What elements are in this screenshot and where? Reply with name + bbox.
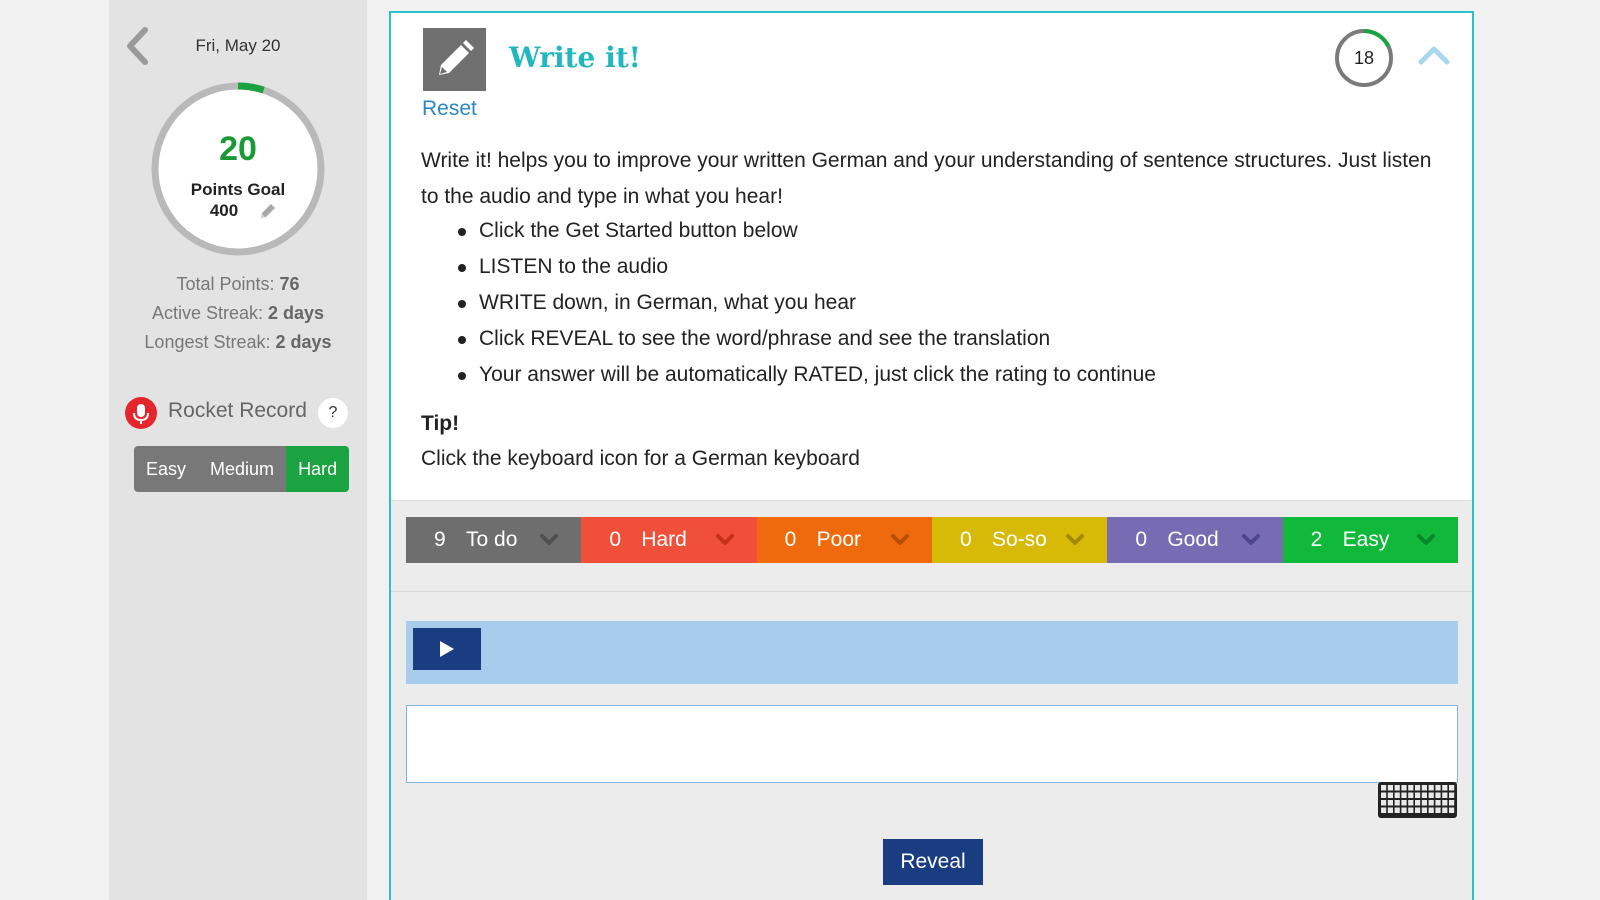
play-icon: [440, 641, 454, 657]
answer-input[interactable]: [406, 705, 1458, 783]
card-title: Write it!: [509, 41, 641, 74]
instruction-item: LISTEN to the audio: [458, 249, 1156, 285]
stat-active-streak: Active Streak: 2 days: [151, 303, 325, 323]
instructions-list: Click the Get Started button below LISTE…: [458, 213, 1156, 393]
rating-label: Poor: [816, 528, 862, 551]
write-it-card: Write it! Reset 18 Write it! helps you t…: [389, 11, 1474, 900]
instruction-item: Click REVEAL to see the word/phrase and …: [458, 321, 1156, 357]
instruction-item: WRITE down, in German, what you hear: [458, 285, 1156, 321]
rating-count: 0: [959, 528, 972, 551]
difficulty-hard[interactable]: Hard: [286, 446, 350, 492]
chevron-up-icon[interactable]: [1417, 43, 1451, 67]
difficulty-easy[interactable]: Easy: [134, 446, 199, 492]
progress-counter: 18: [1353, 48, 1375, 68]
rating-bar: 9 To do 0 Hard 0 Poor 0 So-so 0 Good 2 E…: [406, 517, 1458, 563]
stats: Total Points: 76 Active Streak: 2 days L…: [109, 270, 367, 357]
microphone-icon[interactable]: [125, 397, 157, 429]
tip-title: Tip!: [421, 412, 460, 435]
divider: [391, 591, 1472, 592]
chevron-down-icon: [1241, 534, 1260, 545]
rating-label: Hard: [641, 528, 687, 551]
rating-label: Easy: [1342, 528, 1390, 551]
rating-count: 0: [609, 528, 622, 551]
pencil-icon: [423, 28, 486, 91]
rating-count: 2: [1310, 528, 1323, 551]
instruction-item: Your answer will be automatically RATED,…: [458, 357, 1156, 393]
keyboard-icon[interactable]: [1377, 781, 1458, 819]
chevron-down-icon: [540, 534, 559, 545]
points-today: 20: [219, 130, 257, 168]
play-button[interactable]: [413, 628, 481, 670]
chevron-down-icon: [715, 534, 734, 545]
chevron-down-icon: [1066, 534, 1085, 545]
rating-label: To do: [466, 528, 518, 551]
reset-link[interactable]: Reset: [422, 97, 477, 121]
instruction-item: Click the Get Started button below: [458, 213, 1156, 249]
tip-text: Click the keyboard icon for a German key…: [421, 447, 860, 470]
rating-easy[interactable]: 2 Easy: [1282, 517, 1458, 563]
rating-good[interactable]: 0 Good: [1107, 517, 1283, 563]
rating-label: So-so: [991, 528, 1047, 551]
reveal-button[interactable]: Reveal: [883, 839, 983, 885]
difficulty-selector: Easy Medium Hard: [134, 446, 350, 492]
points-goal-number: 400: [209, 201, 239, 220]
edit-goal-pencil-icon[interactable]: [258, 201, 278, 221]
points-goal-label: Points Goal: [190, 180, 286, 199]
stat-longest-streak: Longest Streak: 2 days: [144, 332, 332, 352]
card-description: Write it! helps you to improve your writ…: [421, 149, 1432, 208]
rating-count: 9: [434, 528, 446, 551]
rating-count: 0: [1135, 528, 1147, 551]
rocket-record-help-button[interactable]: ?: [318, 398, 348, 428]
sidebar: Fri, May 20 20 Points Goal 400 Total Poi…: [109, 0, 367, 900]
rocket-record-label: Rocket Record: [168, 399, 307, 422]
points-goal: 20 Points Goal 400: [149, 80, 327, 258]
rating-count: 0: [784, 528, 797, 551]
chevron-down-icon: [890, 534, 909, 545]
difficulty-medium[interactable]: Medium: [198, 446, 287, 492]
current-date: Fri, May 20: [195, 36, 281, 55]
exercise-area: 9 To do 0 Hard 0 Poor 0 So-so 0 Good 2 E…: [391, 500, 1472, 900]
rating-poor[interactable]: 0 Poor: [756, 517, 932, 563]
rating-so-so[interactable]: 0 So-so: [931, 517, 1108, 563]
audio-player: [406, 621, 1458, 684]
points-goal-value: 400: [149, 201, 327, 221]
rating-hard[interactable]: 0 Hard: [581, 517, 757, 563]
stat-total-points: Total Points: 76: [176, 274, 300, 294]
rating-todo[interactable]: 9 To do: [406, 517, 582, 563]
rating-label: Good: [1167, 528, 1219, 551]
chevron-down-icon: [1416, 534, 1435, 545]
